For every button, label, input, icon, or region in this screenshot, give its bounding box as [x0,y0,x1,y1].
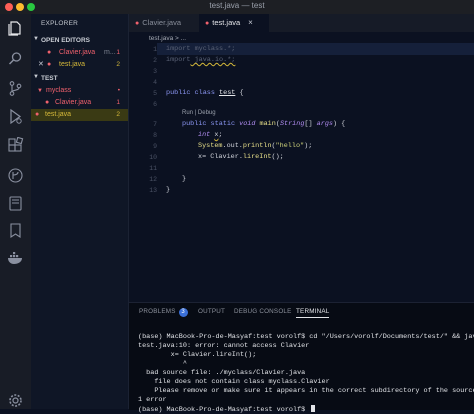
window-title: test.java — test [209,1,265,10]
terminal-line: ^ [138,360,187,368]
chevron-down-icon: ▼ [33,74,39,80]
tab-terminal[interactable]: TERMINAL [296,308,330,318]
terminal-line: Please remove or make sure it appears in… [138,387,474,395]
settings-gear-icon[interactable] [7,392,24,409]
open-editor-item-clavier[interactable]: ● Clavier.java m... 1 [31,47,128,59]
search-icon[interactable] [7,50,24,67]
panel-tab-bar: PROBLEMS 3 OUTPUT DEBUG CONSOLE TERMINAL [129,303,474,319]
run-debug-icon[interactable] [7,108,24,125]
java-file-icon: ● [35,111,40,118]
code-line-1: import myclass.*; [166,45,236,53]
bottom-panel: PROBLEMS 3 OUTPUT DEBUG CONSOLE TERMINAL … [129,302,474,414]
explorer-sidebar: EXPLORER ▼ OPEN EDITORS ● Clavier.java m… [31,14,129,409]
file-test-java[interactable]: ● test.java 2 [31,109,128,121]
code-line-2: import java.io.*; [166,56,236,64]
java-file-icon: ● [47,49,52,56]
chevron-down-icon: ▼ [33,36,39,42]
workspace-header[interactable]: ▼ TEST [31,74,128,85]
remote-explorer-icon[interactable] [7,195,24,212]
tab-problems[interactable]: PROBLEMS 3 [139,308,188,317]
title-bar: test.java — test [0,0,474,15]
terminal-line: file does not contain class myclass.Clav… [138,378,330,386]
java-file-icon: ● [205,20,210,27]
files-icon[interactable] [7,20,24,37]
java-file-icon: ● [45,99,50,106]
close-icon[interactable]: ✕ [38,59,44,71]
code-line-13: } [166,186,171,194]
terminal-line: 1 error [138,396,167,404]
file-clavier-java[interactable]: ● Clavier.java 1 [31,97,128,109]
activity-bar [0,14,31,409]
extensions-icon[interactable] [7,136,24,154]
open-editors-header[interactable]: ▼ OPEN EDITORS [31,36,128,47]
editor-tab-bar: ● Clavier.java ● test.java × [129,14,474,32]
folder-myclass[interactable]: ▼ myclass • [31,85,128,97]
terminal-line: bad source file: ./myclass/Clavier.java [138,369,306,377]
bookmarks-icon[interactable] [7,222,24,239]
code-line-4: public class test { [166,89,244,97]
editor-area: ● Clavier.java ● test.java × test.java > ..… [129,14,474,301]
run-debug-codelens[interactable]: Run | Debug [182,110,216,116]
tab-output[interactable]: OUTPUT [198,308,225,315]
chevron-down-icon: ▼ [37,88,43,94]
gitlens-icon[interactable] [7,167,24,184]
code-line-9: System.out.println("hello"); [198,142,313,150]
code-line-10: x= Clavier.lireInt(); [198,153,284,161]
problems-count-badge: 3 [178,308,188,317]
code-line-8: int x; [198,131,223,139]
terminal-line: test.java:10: error: cannot access Clavi… [138,342,310,350]
java-file-icon: ● [135,20,140,27]
code-line-12: } [182,175,187,183]
open-editor-item-test[interactable]: ✕ ● test.java 2 [31,59,128,71]
tab-clavier-java[interactable]: ● Clavier.java [129,14,205,32]
tab-test-java[interactable]: ● test.java × [199,14,269,32]
terminal-line: x= Clavier.lireInt(); [138,351,257,359]
java-file-icon: ● [47,61,52,68]
docker-icon[interactable] [7,249,24,266]
breadcrumb[interactable]: test.java > ... [149,35,186,42]
explorer-title: EXPLORER [41,20,79,27]
terminal-prompt-line: (base) MacBook-Pro-de-Masyaf:test vorolf… [138,405,316,414]
source-control-icon[interactable] [7,80,24,97]
close-icon[interactable]: × [248,18,253,27]
tab-debug-console[interactable]: DEBUG CONSOLE [234,308,292,315]
terminal-line: (base) MacBook-Pro-de-Masyaf:test vorolf… [138,333,474,341]
code-line-7: public static void main(String[] args) { [182,120,346,128]
